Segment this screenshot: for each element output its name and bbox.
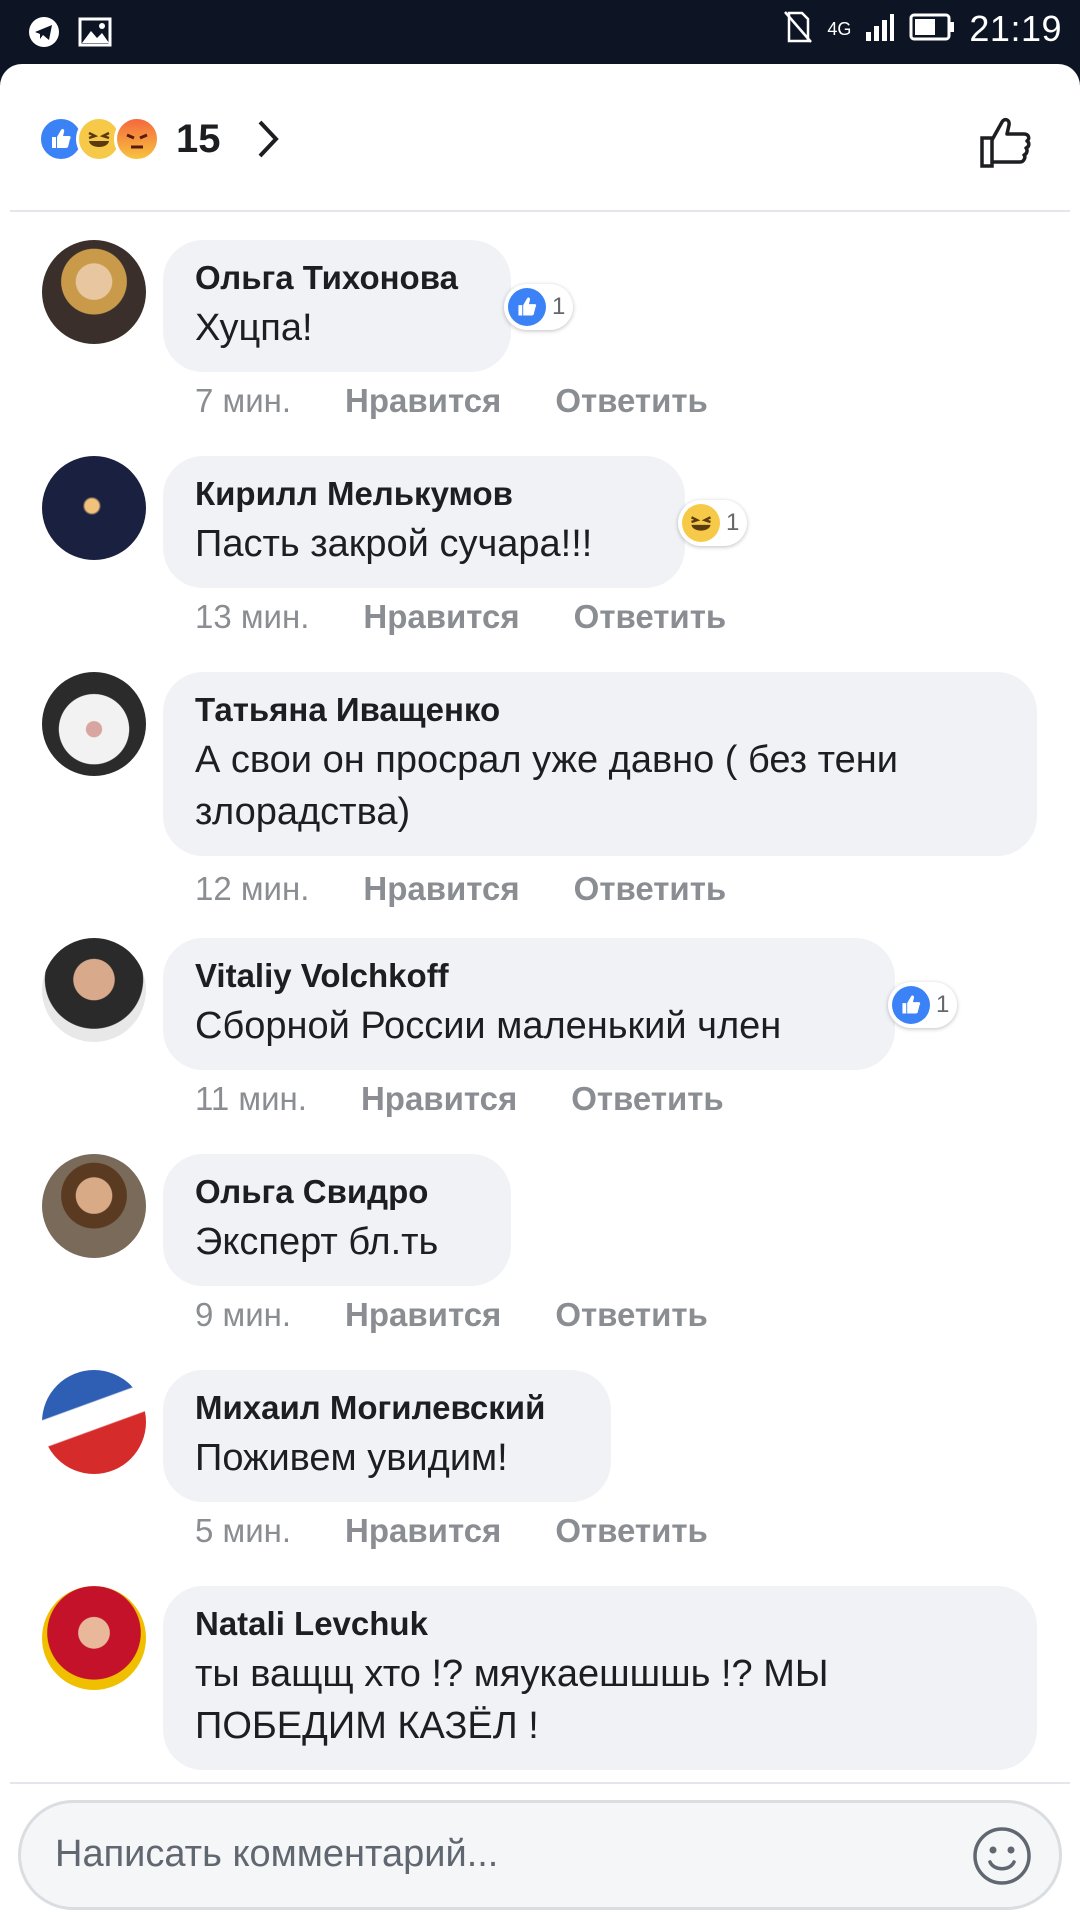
- reaction-count: 1: [726, 509, 740, 536]
- comment-input-placeholder: Написать комментарий...: [55, 1833, 499, 1875]
- like-button[interactable]: Нравится: [345, 1512, 501, 1549]
- comment-author[interactable]: Ольга Свидро: [195, 1172, 481, 1212]
- comment-author[interactable]: Татьяна Иващенко: [195, 690, 1007, 730]
- emoji-icon[interactable]: [971, 1825, 1033, 1887]
- haha-icon: [682, 504, 720, 542]
- signal-icon: [865, 12, 895, 47]
- comment-time: 12 мин.: [195, 870, 310, 907]
- comment-reaction-badge[interactable]: 1: [678, 500, 748, 546]
- comment-bubble[interactable]: Михаил Могилевский Поживем увидим!: [163, 1370, 611, 1502]
- comment-time: 7 мин.: [195, 382, 292, 419]
- comment-bubble[interactable]: Natali Levchuk ты ващщ хто !? мяукаешшшь…: [163, 1586, 1037, 1770]
- gallery-icon: [78, 17, 112, 52]
- reply-button[interactable]: Ответить: [574, 870, 727, 907]
- comment-time: 9 мин.: [195, 1296, 292, 1333]
- comment-text: Эксперт бл.ть: [195, 1221, 439, 1263]
- comment-meta: 9 мин. Нравится Ответить: [195, 1296, 708, 1334]
- avatar[interactable]: [42, 938, 146, 1042]
- avatar[interactable]: [42, 456, 146, 560]
- comment-time: 13 мин.: [195, 598, 310, 635]
- like-icon: [892, 986, 930, 1024]
- comment-author[interactable]: Кирилл Мелькумов: [195, 474, 655, 514]
- comment-text: Поживем увидим!: [195, 1437, 508, 1479]
- comment-meta: 7 мин. Нравится Ответить: [195, 382, 708, 420]
- comment-author[interactable]: Ольга Тихонова: [195, 258, 481, 298]
- avatar[interactable]: [42, 240, 146, 344]
- comment-time: 11 мин.: [195, 1080, 307, 1117]
- reply-button[interactable]: Ответить: [555, 1512, 708, 1549]
- like-button[interactable]: Нравится: [361, 1080, 517, 1117]
- angry-icon: [114, 116, 160, 162]
- comment-author[interactable]: Vitaliy Volchkoff: [195, 956, 865, 996]
- like-button[interactable]: Нравится: [345, 382, 501, 419]
- comment-meta: 5 мин. Нравится Ответить: [195, 1512, 708, 1550]
- divider: [10, 210, 1070, 212]
- comment-bubble[interactable]: Ольга Тихонова Хуцпа!: [163, 240, 511, 372]
- status-bar: 4G 21:19: [0, 0, 1080, 64]
- comment-text: А свои он просрал уже давно ( без тени з…: [195, 739, 898, 833]
- comment-text: ты ващщ хто !? мяукаешшшь !? МЫ ПОБЕДИМ …: [195, 1653, 829, 1747]
- comment-time: 5 мин.: [195, 1512, 292, 1549]
- comment-bubble[interactable]: Vitaliy Volchkoff Сборной России маленьк…: [163, 938, 895, 1070]
- comment-meta: 11 мин. Нравится Ответить: [195, 1080, 724, 1118]
- comment-text: Хуцпа!: [195, 307, 313, 349]
- telegram-icon: [28, 16, 60, 53]
- reaction-count: 1: [552, 293, 566, 320]
- avatar[interactable]: [42, 1154, 146, 1258]
- network-type: 4G: [827, 18, 852, 39]
- avatar[interactable]: [42, 672, 146, 776]
- comment-composer: Написать комментарий...: [0, 1784, 1080, 1920]
- reactions-summary[interactable]: 15: [0, 64, 1080, 210]
- comment-input[interactable]: Написать комментарий...: [18, 1800, 1062, 1910]
- reaction-count: 1: [936, 991, 950, 1018]
- comment-text: Пасть закрой сучара!!!: [195, 523, 593, 565]
- avatar[interactable]: [42, 1370, 146, 1474]
- reaction-count: 15: [176, 117, 221, 161]
- reply-button[interactable]: Ответить: [555, 382, 708, 419]
- avatar[interactable]: [42, 1586, 146, 1690]
- thumbs-up-icon[interactable]: [978, 114, 1034, 170]
- comment-text: Сборной России маленький член: [195, 1005, 782, 1047]
- comment-meta: 13 мин. Нравится Ответить: [195, 598, 726, 636]
- no-sim-icon: [783, 10, 813, 49]
- comment-bubble[interactable]: Ольга Свидро Эксперт бл.ть: [163, 1154, 511, 1286]
- comment-reaction-badge[interactable]: 1: [888, 982, 958, 1028]
- reaction-icons: [38, 116, 160, 162]
- like-button[interactable]: Нравится: [345, 1296, 501, 1333]
- like-button[interactable]: Нравится: [363, 870, 519, 907]
- comment-author[interactable]: Михаил Могилевский: [195, 1388, 581, 1428]
- comment-meta: 12 мин. Нравится Ответить: [195, 870, 726, 908]
- comment-bubble[interactable]: Кирилл Мелькумов Пасть закрой сучара!!!: [163, 456, 685, 588]
- comments-panel: 15 Ольга Тихонова Хуцпа! 1 7 мин. Нравитс…: [0, 64, 1080, 1920]
- reply-button[interactable]: Ответить: [571, 1080, 724, 1117]
- comment-reaction-badge[interactable]: 1: [504, 284, 574, 330]
- comment-author[interactable]: Natali Levchuk: [195, 1604, 1007, 1644]
- reply-button[interactable]: Ответить: [574, 598, 727, 635]
- like-icon: [508, 288, 546, 326]
- like-button[interactable]: Нравится: [363, 598, 519, 635]
- comment-bubble[interactable]: Татьяна Иващенко А свои он просрал уже д…: [163, 672, 1037, 856]
- clock: 21:19: [969, 8, 1062, 49]
- reply-button[interactable]: Ответить: [555, 1296, 708, 1333]
- battery-icon: [909, 13, 955, 46]
- chevron-right-icon[interactable]: [248, 118, 290, 160]
